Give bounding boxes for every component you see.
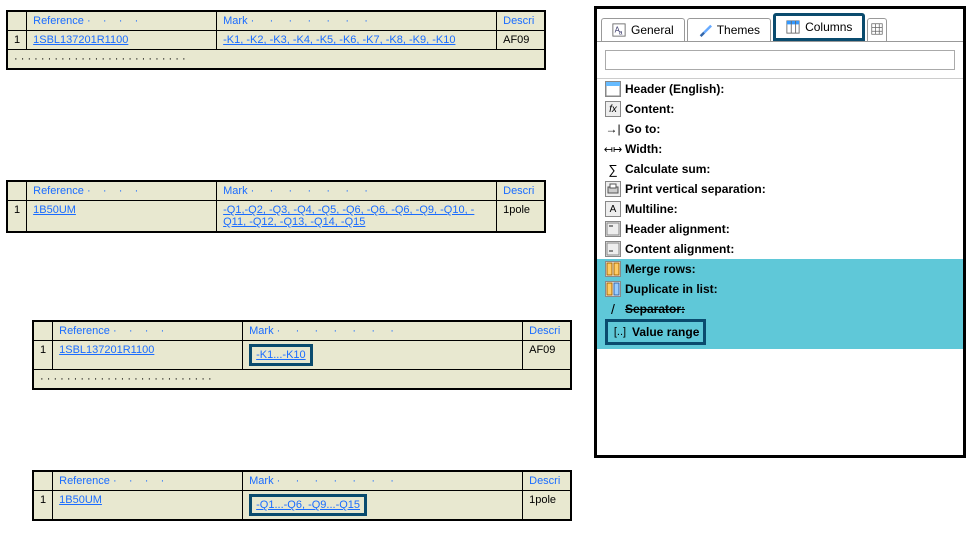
col-reference-header[interactable]: Reference · · · · bbox=[53, 471, 243, 491]
reference-cell[interactable]: 1SBL137201R1100 bbox=[53, 341, 243, 370]
tab-label: General bbox=[631, 23, 674, 37]
prop-calculate-sum[interactable]: ∑ Calculate sum: bbox=[597, 159, 963, 179]
col-description-header[interactable]: Descri bbox=[497, 11, 545, 31]
mark-cell[interactable]: -K1, -K2, -K3, -K4, -K5, -K6, -K7, -K8, … bbox=[217, 31, 497, 50]
value-range-highlight: [..] Value range bbox=[605, 319, 706, 345]
rownum-header bbox=[7, 181, 27, 201]
multiline-icon: A bbox=[605, 201, 621, 217]
spacer: · · · · · · · · · · · · · · · · · · · · … bbox=[7, 50, 545, 70]
reference-cell[interactable]: 1B50UM bbox=[27, 201, 217, 233]
tab-label: Themes bbox=[717, 23, 760, 37]
separator-icon: / bbox=[605, 301, 621, 317]
range-icon: [..] bbox=[612, 324, 628, 340]
table-header-icon bbox=[605, 81, 621, 97]
prop-multiline[interactable]: A Multiline: bbox=[597, 199, 963, 219]
bom-table-bottom-2: Reference · · · · Mark · · · · · · · Des… bbox=[32, 470, 572, 521]
filter-input[interactable] bbox=[605, 50, 955, 70]
col-mark-header[interactable]: Mark · · · · · · · bbox=[243, 471, 523, 491]
prop-content[interactable]: fx Content: bbox=[597, 99, 963, 119]
tab-general[interactable]: Aa General bbox=[601, 18, 685, 41]
merge-icon bbox=[605, 261, 621, 277]
duplicate-icon bbox=[605, 281, 621, 297]
col-description-header[interactable]: Descri bbox=[497, 181, 545, 201]
tab-themes[interactable]: Themes bbox=[687, 18, 771, 41]
col-reference-header[interactable]: Reference · · · · bbox=[53, 321, 243, 341]
rownum-cell: 1 bbox=[33, 491, 53, 521]
property-list: Header (English): fx Content: →| Go to: … bbox=[597, 78, 963, 349]
goto-arrow-icon: →| bbox=[605, 121, 621, 137]
print-icon bbox=[605, 181, 621, 197]
table-row[interactable]: 1 1SBL137201R1100 -K1...-K10 AF09 bbox=[33, 341, 571, 370]
table-row[interactable]: 1 1SBL137201R1100 -K1, -K2, -K3, -K4, -K… bbox=[7, 31, 545, 50]
bom-table-top-1: Reference · · · · Mark · · · · · · · Des… bbox=[6, 10, 546, 70]
description-cell: AF09 bbox=[523, 341, 571, 370]
rownum-cell: 1 bbox=[33, 341, 53, 370]
mark-cell[interactable]: -Q1,-Q2, -Q3, -Q4, -Q5, -Q6, -Q6, -Q6, -… bbox=[217, 201, 497, 233]
col-reference-header[interactable]: Reference · · · · bbox=[27, 11, 217, 31]
align-content-icon bbox=[605, 241, 621, 257]
spacer: · · · · · · · · · · · · · · · · · · · · … bbox=[33, 370, 571, 390]
table-row[interactable]: 1 1B50UM -Q1,-Q2, -Q3, -Q4, -Q5, -Q6, -Q… bbox=[7, 201, 545, 233]
prop-header-alignment[interactable]: Header alignment: bbox=[597, 219, 963, 239]
prop-header[interactable]: Header (English): bbox=[597, 79, 963, 99]
prop-merge-rows[interactable]: Merge rows: bbox=[597, 259, 963, 279]
bom-table-bottom-1: Reference · · · · Mark · · · · · · · Des… bbox=[32, 320, 572, 390]
mark-cell[interactable]: -K1...-K10 bbox=[243, 341, 523, 370]
prop-value-range[interactable]: [..] Value range bbox=[597, 319, 963, 349]
reference-cell[interactable]: 1SBL137201R1100 bbox=[27, 31, 217, 50]
description-cell: 1pole bbox=[523, 491, 571, 521]
prop-separator[interactable]: / Separator: bbox=[597, 299, 963, 319]
tab-columns[interactable]: Columns bbox=[773, 13, 865, 41]
width-icon: ↤↦ bbox=[605, 141, 621, 157]
tab-label: Columns bbox=[805, 20, 852, 34]
col-description-header[interactable]: Descri bbox=[523, 321, 571, 341]
mark-range-highlight: -Q1...-Q6, -Q9...-Q15 bbox=[249, 494, 367, 516]
sigma-icon: ∑ bbox=[605, 161, 621, 177]
prop-goto[interactable]: →| Go to: bbox=[597, 119, 963, 139]
mark-range-highlight: -K1...-K10 bbox=[249, 344, 313, 366]
prop-print-separation[interactable]: Print vertical separation: bbox=[597, 179, 963, 199]
rownum-cell: 1 bbox=[7, 31, 27, 50]
rownum-header bbox=[33, 471, 53, 491]
col-mark-header[interactable]: Mark · · · · · · · bbox=[217, 11, 497, 31]
align-header-icon bbox=[605, 221, 621, 237]
prop-duplicate-in-list[interactable]: Duplicate in list: bbox=[597, 279, 963, 299]
tab-bar: Aa General Themes Columns bbox=[597, 9, 963, 42]
col-mark-header[interactable]: Mark · · · · · · · bbox=[217, 181, 497, 201]
mark-cell[interactable]: -Q1...-Q6, -Q9...-Q15 bbox=[243, 491, 523, 521]
rownum-header bbox=[33, 321, 53, 341]
prop-width[interactable]: ↤↦ Width: bbox=[597, 139, 963, 159]
tab-more[interactable] bbox=[867, 18, 887, 41]
description-cell: AF09 bbox=[497, 31, 545, 50]
fx-icon: fx bbox=[605, 101, 621, 117]
rownum-header bbox=[7, 11, 27, 31]
bom-table-top-2: Reference · · · · Mark · · · · · · · Des… bbox=[6, 180, 546, 233]
col-reference-header[interactable]: Reference · · · · bbox=[27, 181, 217, 201]
reference-cell[interactable]: 1B50UM bbox=[53, 491, 243, 521]
prop-content-alignment[interactable]: Content alignment: bbox=[597, 239, 963, 259]
text-icon: Aa bbox=[612, 23, 626, 37]
svg-text:a: a bbox=[619, 29, 623, 36]
grid-icon bbox=[871, 23, 883, 37]
columns-icon bbox=[786, 20, 800, 34]
table-row[interactable]: 1 1B50UM -Q1...-Q6, -Q9...-Q15 1pole bbox=[33, 491, 571, 521]
brush-icon bbox=[698, 23, 712, 37]
col-mark-header[interactable]: Mark · · · · · · · bbox=[243, 321, 523, 341]
description-cell: 1pole bbox=[497, 201, 545, 233]
rownum-cell: 1 bbox=[7, 201, 27, 233]
properties-panel: Aa General Themes Columns bbox=[594, 6, 966, 458]
col-description-header[interactable]: Descri bbox=[523, 471, 571, 491]
